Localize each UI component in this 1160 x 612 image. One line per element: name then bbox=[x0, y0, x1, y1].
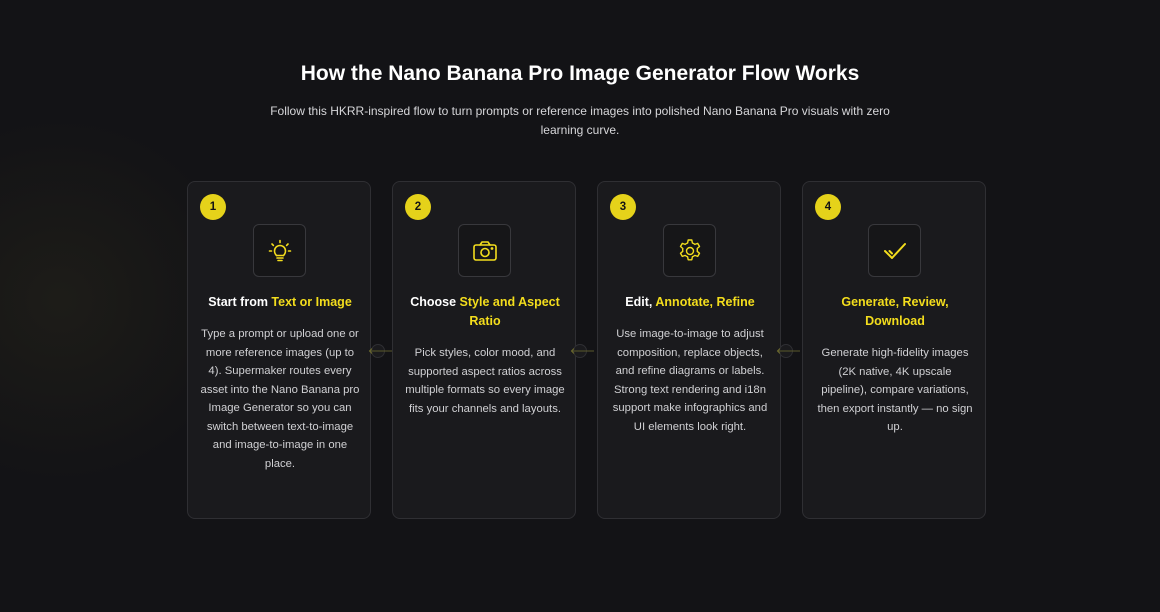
step-description: Generate high-fidelity images (2K native… bbox=[817, 347, 973, 433]
step-icon-box bbox=[458, 224, 511, 277]
step-number-badge: 1 bbox=[200, 194, 226, 220]
step-card-1: 1 Start from Text or Image Type a prompt… bbox=[187, 181, 371, 519]
step-icon-box bbox=[868, 224, 921, 277]
step-description: Use image-to-image to adjust composition… bbox=[612, 328, 768, 433]
step-heading-plain: Choose bbox=[410, 295, 460, 309]
step-card-4: 4 Generate, Review, Download Generate hi… bbox=[802, 181, 986, 519]
step-number-badge: 4 bbox=[815, 194, 841, 220]
step-icon-box bbox=[663, 224, 716, 277]
step-heading: Choose Style and Aspect Ratio bbox=[401, 293, 569, 331]
step-number-badge: 3 bbox=[610, 194, 636, 220]
step-heading-highlight: Text or Image bbox=[271, 295, 352, 309]
step-heading: Generate, Review, Download bbox=[811, 293, 979, 331]
step-card-3: 3 Edit, Annotate, Refine Use image-to-im… bbox=[597, 181, 781, 519]
step-heading-highlight: Style and Aspect Ratio bbox=[459, 295, 560, 328]
arrow-left-icon bbox=[368, 344, 392, 358]
arrow-left-icon bbox=[570, 344, 594, 358]
checkmark-icon bbox=[883, 242, 906, 259]
step-card-2: 2 Choose Style and Aspect Ratio Pick sty… bbox=[392, 181, 576, 519]
step-heading-highlight: Generate, Review, Download bbox=[841, 295, 949, 328]
page: How the Nano Banana Pro Image Generator … bbox=[0, 0, 1160, 612]
step-heading-highlight: Annotate, Refine bbox=[655, 295, 755, 309]
page-subtitle: Follow this HKRR-inspired flow to turn p… bbox=[260, 102, 900, 139]
step-heading: Start from Text or Image bbox=[196, 293, 364, 312]
page-title: How the Nano Banana Pro Image Generator … bbox=[300, 62, 860, 85]
subtitle-line-1: Follow this HKRR-inspired flow to turn p… bbox=[270, 104, 890, 118]
gear-icon bbox=[679, 238, 700, 260]
step-number-badge: 2 bbox=[405, 194, 431, 220]
camera-icon bbox=[472, 240, 497, 261]
arrow-left-icon bbox=[776, 344, 800, 358]
step-heading: Edit, Annotate, Refine bbox=[606, 293, 774, 312]
step-description: Pick styles, color mood, and supported a… bbox=[405, 347, 565, 415]
subtitle-line-2: learning curve. bbox=[540, 122, 620, 137]
step-description: Type a prompt or upload one or more refe… bbox=[200, 328, 360, 470]
step-heading-plain: Start from bbox=[208, 295, 272, 309]
step-icon-box bbox=[253, 224, 306, 277]
lightbulb-icon bbox=[268, 239, 291, 261]
step-heading-plain: Edit, bbox=[625, 295, 656, 309]
